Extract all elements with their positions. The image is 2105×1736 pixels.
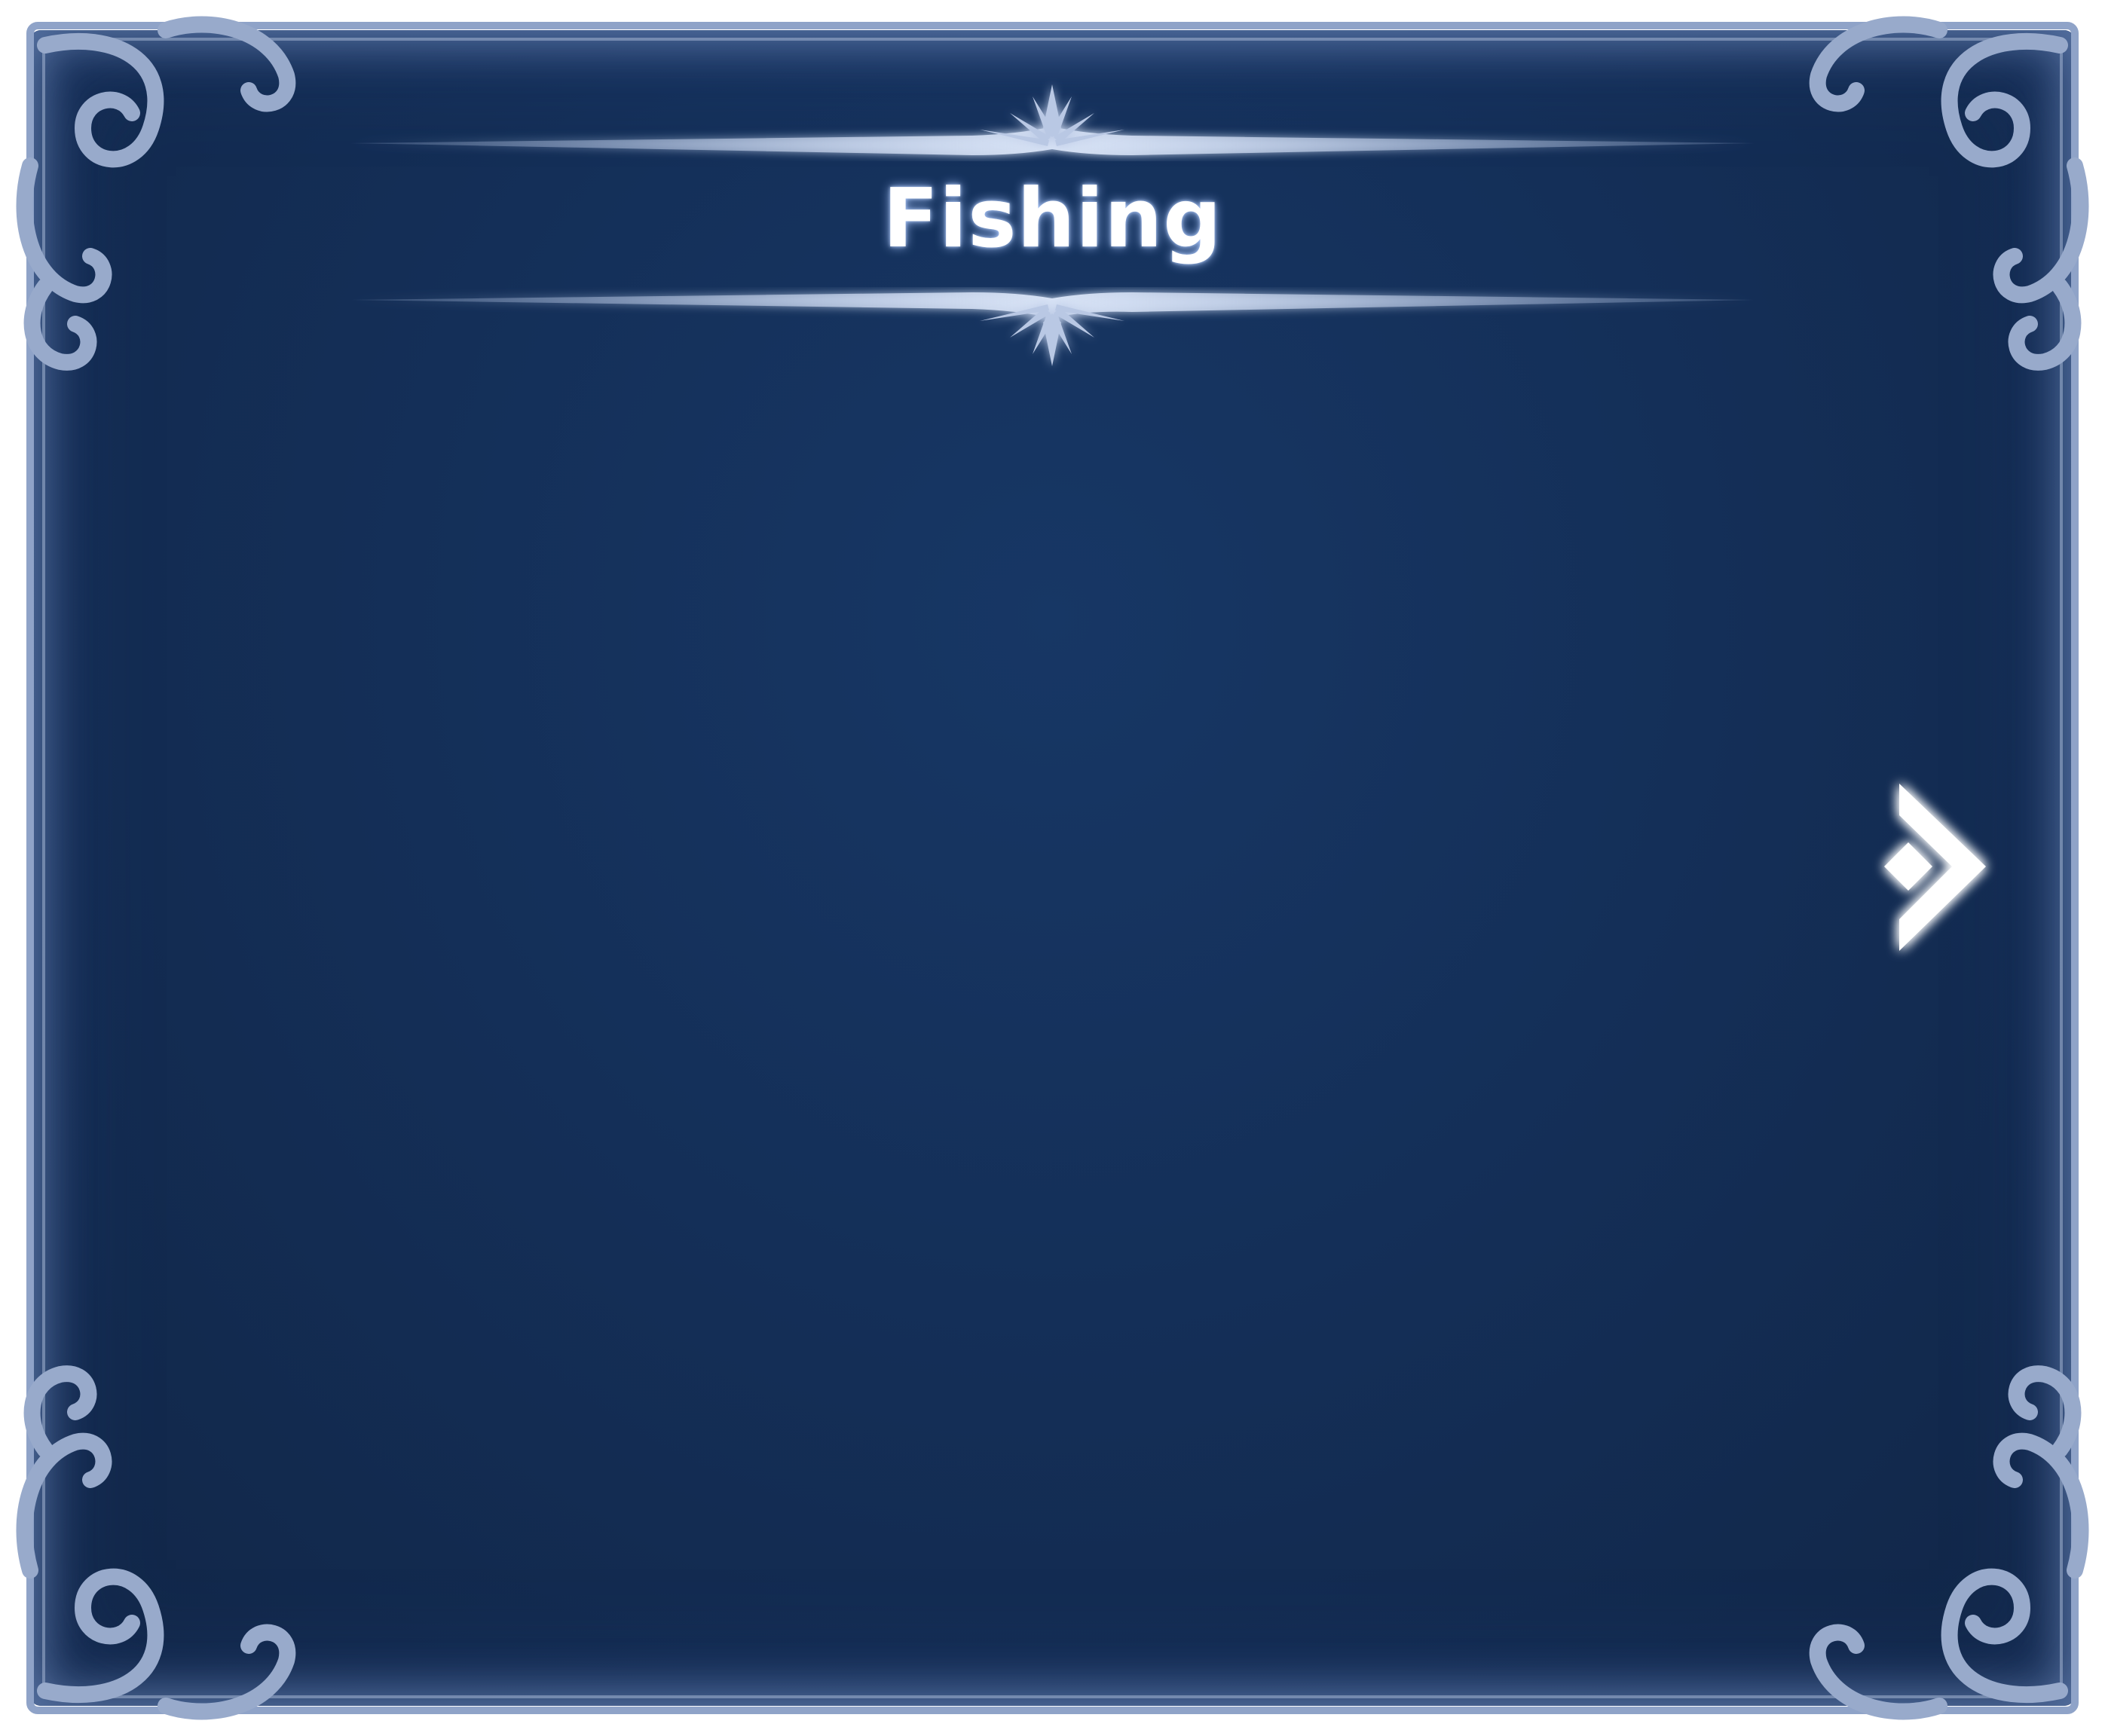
star-ornament-bottom	[980, 304, 1124, 366]
panel-title: Fishing	[883, 172, 1222, 266]
corner-ornament-bottom-left	[16, 1365, 296, 1720]
frame-border	[26, 22, 2079, 1714]
fishing-panel: Fishing	[0, 0, 2105, 1736]
chevron-right-icon	[1884, 784, 1986, 951]
next-page-button[interactable]	[1862, 776, 1990, 957]
corner-ornament-bottom-right	[1809, 1365, 2089, 1720]
